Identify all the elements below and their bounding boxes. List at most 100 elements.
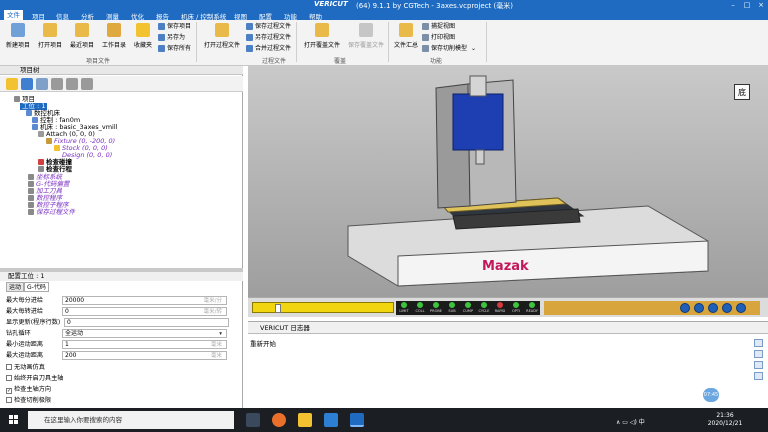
save-process-file-button[interactable]: 保存过程文件 bbox=[246, 22, 291, 31]
task-view-icon[interactable] bbox=[246, 413, 260, 427]
close-button[interactable]: × bbox=[754, 0, 768, 10]
chevron-down-icon[interactable]: ⌄ bbox=[471, 45, 476, 52]
progress-slider[interactable] bbox=[252, 302, 394, 313]
tree-node-save-process[interactable]: 保存过程文件 bbox=[28, 209, 75, 216]
left-panel: 项目树 项目 工位 : 1 数控机床 控制 : fan0m 机床 : basic… bbox=[0, 66, 243, 408]
menu-file[interactable]: 文件 bbox=[4, 10, 23, 20]
tool bbox=[475, 149, 485, 165]
system-tray[interactable]: ∧ ▭ ◁) 中 bbox=[616, 417, 645, 426]
checkbox-no-animation[interactable]: 无动画仿真 bbox=[6, 363, 45, 372]
program-icon bbox=[28, 195, 34, 201]
merge-process-file-button[interactable]: 合并过程文件 bbox=[246, 44, 291, 53]
checkbox-spindle-on[interactable]: 始终开启刀具主轴 bbox=[6, 374, 64, 383]
reset-icon[interactable] bbox=[680, 303, 690, 313]
pin-icon[interactable] bbox=[6, 78, 18, 90]
stock-icon bbox=[54, 145, 60, 151]
group-label-process-file: 过程文件 bbox=[262, 58, 287, 65]
settings-icon[interactable] bbox=[81, 78, 93, 90]
open-process-file-button[interactable]: 打开过程文件 bbox=[200, 22, 244, 49]
list-view-icon[interactable] bbox=[36, 78, 48, 90]
travel-icon bbox=[38, 166, 44, 172]
recent-projects-button[interactable]: 最近项目 bbox=[64, 22, 100, 49]
tree-node-check-travel[interactable]: 检查行程 bbox=[38, 166, 72, 173]
tree-toolbar bbox=[0, 76, 243, 92]
collision-icon bbox=[38, 159, 44, 165]
min-motion-field[interactable]: 1 毫米 bbox=[62, 340, 227, 349]
slider-thumb[interactable] bbox=[275, 304, 281, 313]
cut-model-icon bbox=[422, 45, 429, 52]
print-view-button[interactable]: 打印视图 bbox=[422, 33, 455, 42]
led-rapid: RAPID bbox=[494, 302, 506, 313]
save-cut-model-button[interactable]: 保存切削模型 ⌄ bbox=[422, 44, 476, 53]
overlay-folder-icon bbox=[315, 23, 329, 37]
led-coll: COLL bbox=[414, 302, 426, 313]
title-bar: VERICUT (64) 9.1.1 by CGTech - 3axes.vcp… bbox=[0, 0, 768, 10]
led-opti: OPTI bbox=[510, 302, 522, 313]
tree-view-icon[interactable] bbox=[21, 78, 33, 90]
camera-icon bbox=[422, 23, 429, 30]
directory-icon bbox=[107, 23, 121, 37]
save-as-icon bbox=[158, 34, 165, 41]
spindle-motor bbox=[469, 75, 487, 97]
checkbox-cut-limit[interactable]: 检查切削极限 bbox=[6, 396, 51, 405]
drill-cycle-select[interactable]: 全运动 ▾ bbox=[62, 329, 227, 338]
display-update-field[interactable]: 0 bbox=[64, 318, 229, 327]
open-project-button[interactable]: 打开项目 bbox=[32, 22, 68, 49]
group-label-functions: 功能 bbox=[430, 58, 443, 65]
log-save-icon[interactable] bbox=[754, 350, 763, 358]
save-as-button[interactable]: 另存为 bbox=[158, 33, 185, 42]
pause-icon[interactable] bbox=[722, 303, 732, 313]
step-icon[interactable] bbox=[694, 303, 704, 313]
log-panel: VERICUT 日志器 重新开始 07:45 bbox=[248, 321, 768, 408]
open-overlay-file-button[interactable]: 打开覆盖文件 bbox=[300, 22, 344, 49]
process-folder-icon bbox=[215, 23, 229, 37]
printer-icon bbox=[422, 34, 429, 41]
floating-badge[interactable]: 07:45 bbox=[703, 388, 719, 402]
3d-viewport[interactable]: Mazak 底 bbox=[248, 66, 768, 297]
ribbon-separator bbox=[296, 22, 297, 62]
tool-icon bbox=[28, 188, 34, 194]
ribbon: 新建项目 打开项目 最近项目 工作目录 收藏夹 保存项目 另存为 保存所有 项目… bbox=[0, 20, 768, 66]
log-title: VERICUT 日志器 bbox=[248, 322, 768, 334]
recent-folder-icon bbox=[75, 23, 89, 37]
log-filter-icon[interactable] bbox=[754, 361, 763, 369]
mail-icon[interactable] bbox=[324, 413, 338, 427]
param-max-motion: 最大运动距离 200 毫米 bbox=[6, 350, 236, 361]
redo-icon[interactable] bbox=[66, 78, 78, 90]
file-summary-button[interactable]: 文件汇总 bbox=[388, 22, 424, 49]
max-feed-min-field[interactable]: 20000 毫米/分 bbox=[62, 296, 227, 305]
capture-view-button[interactable]: 捕捉视图 bbox=[422, 22, 455, 31]
save-all-button[interactable]: 保存所有 bbox=[158, 44, 191, 53]
playback-controls bbox=[544, 301, 760, 315]
minimize-button[interactable]: – bbox=[726, 0, 740, 10]
star-icon bbox=[136, 23, 150, 37]
chevron-down-icon: ▾ bbox=[219, 331, 222, 337]
clock[interactable]: 21:36 2020/12/21 bbox=[700, 412, 750, 428]
fast-forward-icon[interactable] bbox=[736, 303, 746, 313]
new-project-button[interactable]: 新建项目 bbox=[0, 22, 36, 49]
vericut-taskbar-icon[interactable] bbox=[350, 413, 364, 427]
undo-icon[interactable] bbox=[51, 78, 63, 90]
tab-motion[interactable]: 运动 bbox=[6, 282, 25, 292]
firefox-icon[interactable] bbox=[272, 413, 286, 427]
summary-folder-icon bbox=[399, 23, 413, 37]
log-info-icon[interactable] bbox=[754, 372, 763, 380]
windows-start-icon[interactable] bbox=[9, 415, 19, 425]
file-explorer-icon[interactable] bbox=[298, 413, 312, 427]
max-motion-field[interactable]: 200 毫米 bbox=[62, 351, 227, 360]
tab-gcode[interactable]: G-代码 bbox=[24, 282, 49, 292]
max-feed-rev-field[interactable]: 0 毫米/转 bbox=[62, 307, 227, 316]
maximize-button[interactable]: □ bbox=[740, 0, 754, 10]
favorites-button[interactable]: 收藏夹 bbox=[125, 22, 161, 49]
save-overlay-file-button[interactable]: 保存覆盖文件 bbox=[344, 22, 388, 49]
menu-bar: 文件 项目 信息 分析 测量 优化 报告 机床 / 控制系统 视图 配置 功能 … bbox=[0, 10, 768, 21]
taskbar-search[interactable]: 在这里输入你要搜索的内容 bbox=[28, 411, 234, 429]
save-project-button[interactable]: 保存项目 bbox=[158, 22, 191, 31]
offset-icon bbox=[28, 181, 34, 187]
view-cube[interactable]: 底 bbox=[734, 84, 750, 100]
checkbox-spindle-direction[interactable]: ✓ 检查主轴方向 bbox=[6, 385, 51, 394]
checkbox-icon bbox=[6, 364, 12, 370]
play-icon[interactable] bbox=[708, 303, 718, 313]
log-clear-icon[interactable] bbox=[754, 339, 763, 347]
save-process-as-button[interactable]: 另存过程文件 bbox=[246, 33, 291, 42]
